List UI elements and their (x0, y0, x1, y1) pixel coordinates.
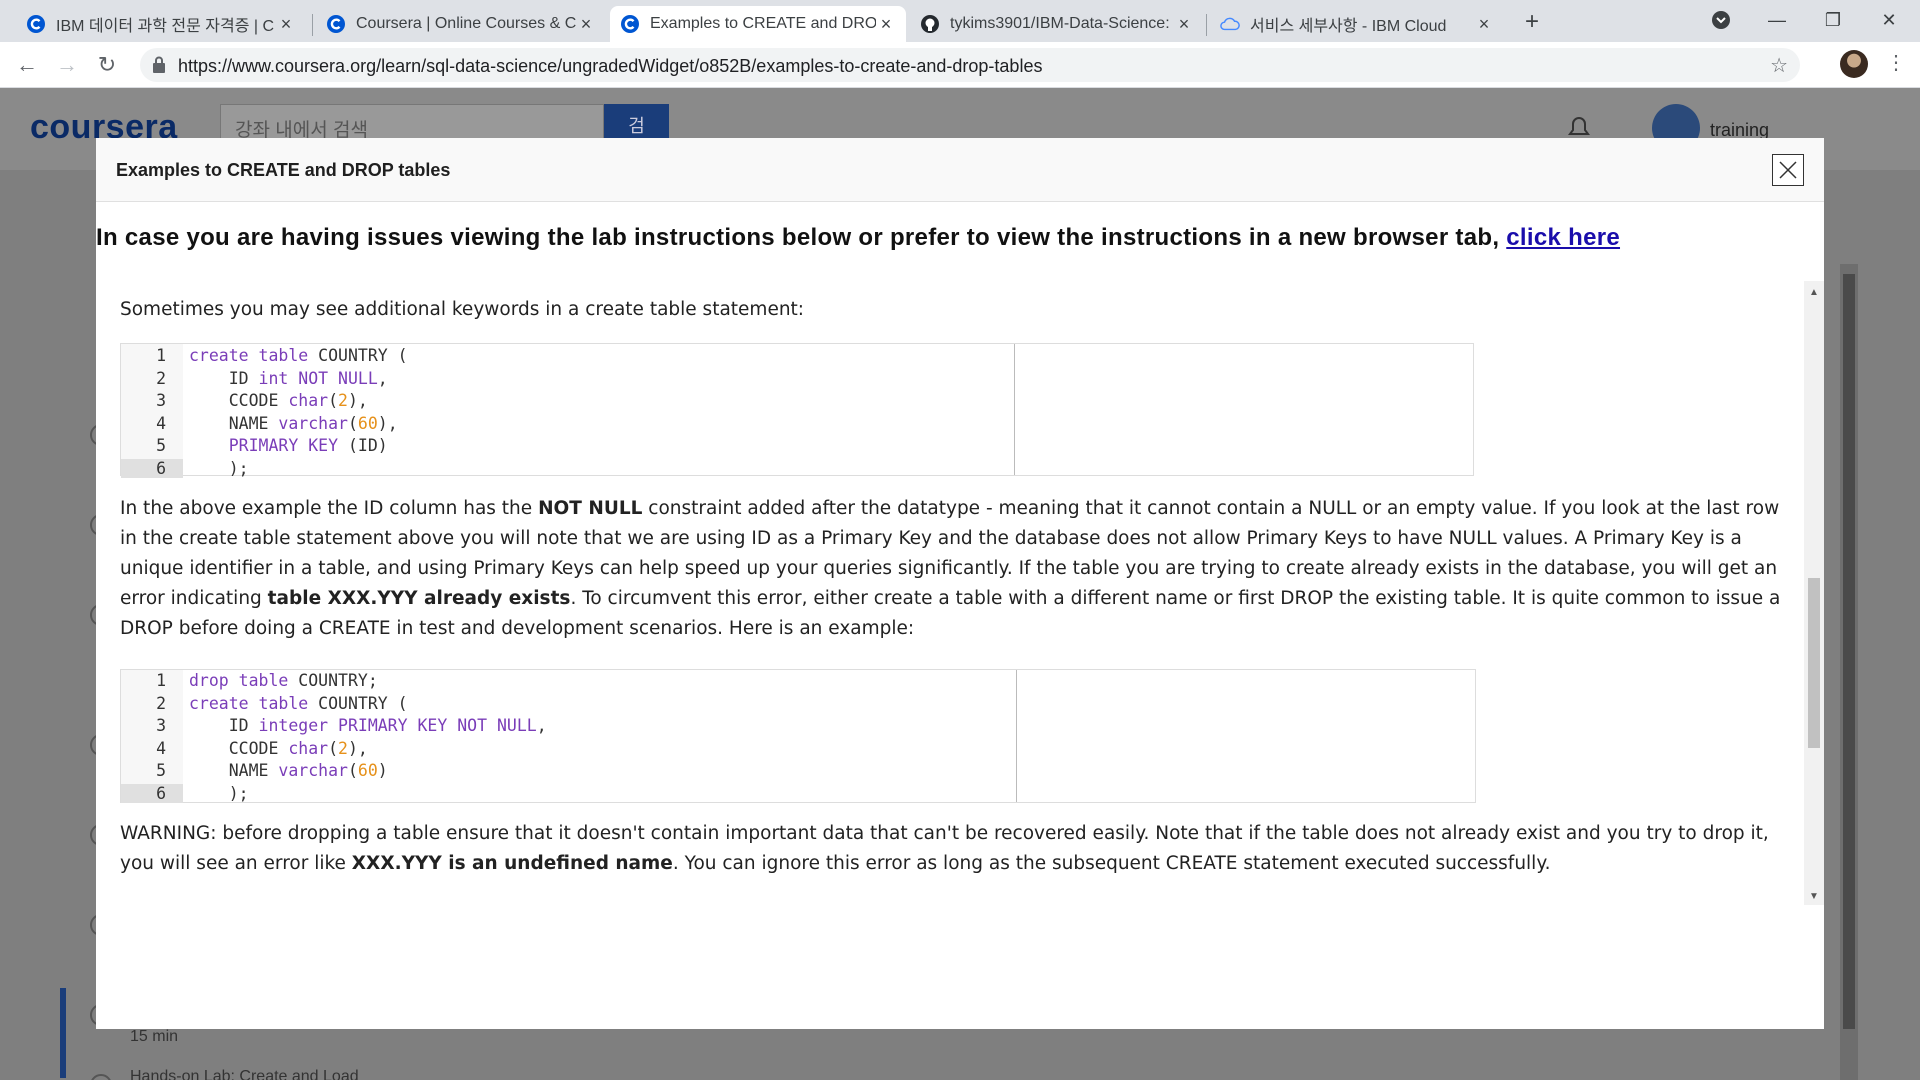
line-number: 4 (156, 738, 166, 758)
item-status-icon (90, 1074, 112, 1080)
code-line: PRIMARY KEY (ID) (228, 436, 388, 455)
active-item-indicator (60, 988, 66, 1078)
tab-title: IBM 데이터 과학 전문 자격증 | C (56, 18, 275, 35)
bold-run: XXX.YYY is an undefined name (351, 853, 673, 874)
lab-content[interactable]: Sometimes you may see additional keyword… (96, 281, 1804, 905)
address-bar[interactable]: https://www.coursera.org/learn/sql-data-… (140, 48, 1800, 82)
modal-footer-space (96, 905, 1824, 1029)
intro-paragraph: Sometimes you may see additional keyword… (120, 299, 805, 320)
code-line: drop table COUNTRY; (189, 671, 378, 690)
content-scrollbar-thumb[interactable] (1808, 578, 1820, 748)
tab-title: Coursera | Online Courses & Cr (356, 15, 576, 32)
line-number: 3 (156, 716, 166, 735)
lab-modal: Examples to CREATE and DROP tables In ca… (96, 138, 1824, 1029)
code-line: NAME varchar(60), (189, 413, 398, 433)
close-tab-icon[interactable]: × (1174, 14, 1194, 35)
line-number: 4 (156, 413, 166, 433)
bold-run: table XXX.YYY already exists (267, 588, 571, 609)
code-line: ); (189, 458, 249, 478)
modal-close-button[interactable] (1772, 154, 1804, 186)
lock-icon (153, 56, 165, 73)
code-line: ID int NOT NULL, (189, 368, 388, 388)
line-number: 2 (156, 693, 166, 713)
new-tab-button[interactable]: + (1518, 8, 1546, 36)
tab-title: 서비스 세부사항 - IBM Cloud (1250, 18, 1447, 35)
modal-header: Examples to CREATE and DROP tables (96, 138, 1824, 202)
click-here-link[interactable]: click here (1506, 224, 1620, 251)
tab-ibm-cloud[interactable]: 서비스 세부사항 - IBM Cloud × (1210, 6, 1504, 42)
line-number: 3 (156, 391, 166, 410)
forward-arrow-icon[interactable]: → (52, 50, 82, 80)
item-duration: 15 min (130, 1028, 179, 1045)
github-icon (920, 14, 940, 34)
code-line: CCODE char(2), (189, 738, 368, 758)
text-run: In the above example the ID column has t… (120, 498, 539, 519)
bold-run: NOT NULL (538, 498, 643, 519)
banner-text: In case you are having issues viewing th… (96, 224, 1507, 251)
code-line: NAME varchar(60) (189, 761, 388, 780)
tab-github[interactable]: tykims3901/IBM-Data-Science: I × (910, 6, 1204, 42)
code-line: CCODE char(2), (189, 391, 368, 410)
sidebar-item-next[interactable]: Hands-on Lab: Create and Load (130, 1068, 359, 1080)
tab-title: tykims3901/IBM-Data-Science: I (950, 15, 1174, 32)
close-tab-icon[interactable]: × (576, 14, 596, 35)
scroll-down-arrow-icon[interactable]: ▼ (1809, 891, 1819, 902)
coursera-icon (26, 14, 46, 34)
line-number: 6 (121, 783, 183, 803)
content-scrollbar[interactable]: ▲ ▼ (1804, 281, 1824, 905)
tab-title: Examples to CREATE and DROP (650, 15, 876, 32)
explanation-paragraph: In the above example the ID column has t… (120, 494, 1790, 644)
warning-paragraph: WARNING: before dropping a table ensure … (120, 819, 1790, 879)
reload-icon[interactable]: ↻ (92, 50, 122, 80)
line-number: 5 (156, 761, 166, 780)
code-block-drop-create[interactable]: 1 drop table COUNTRY; 2 create table COUNT… (120, 669, 1476, 803)
line-number: 1 (156, 671, 166, 690)
close-tab-icon[interactable]: × (876, 14, 896, 35)
line-number: 6 (121, 458, 183, 478)
browser-chrome: IBM 데이터 과학 전문 자격증 | C × Coursera | Onlin… (0, 0, 1920, 88)
tab-divider (1206, 14, 1207, 36)
coursera-icon (620, 14, 640, 34)
code-line: create table COUNTRY ( (189, 346, 408, 365)
bookmark-star-icon[interactable]: ☆ (1770, 53, 1788, 78)
text-run: . You can ignore this error as long as t… (672, 853, 1551, 874)
code-line: create table COUNTRY ( (189, 693, 408, 713)
tab-divider (312, 14, 313, 36)
cloud-icon (1220, 14, 1240, 34)
close-window-button[interactable]: ✕ (1866, 0, 1912, 40)
page-scrollbar-thumb[interactable] (1843, 274, 1855, 1029)
code-line: ID integer PRIMARY KEY NOT NULL, (189, 716, 547, 735)
code-line: ); (189, 783, 249, 803)
scroll-up-arrow-icon[interactable]: ▲ (1809, 287, 1819, 298)
close-icon (1779, 161, 1797, 179)
close-tab-icon[interactable]: × (1474, 14, 1494, 35)
back-arrow-icon[interactable]: ← (12, 50, 42, 80)
browser-toolbar: ← → ↻ https://www.coursera.org/learn/sql… (0, 42, 1920, 88)
line-number: 5 (156, 436, 166, 455)
line-number: 2 (156, 368, 166, 388)
minimize-button[interactable]: — (1754, 0, 1800, 40)
browser-menu-icon[interactable]: ⋮ (1886, 50, 1906, 75)
page-scrollbar[interactable] (1840, 264, 1858, 1080)
code-block-create[interactable]: 1 create table COUNTRY ( 2 ID int NOT NUL… (120, 343, 1474, 478)
tab-search-icon[interactable] (1698, 0, 1744, 40)
close-tab-icon[interactable]: × (276, 14, 296, 35)
instructions-banner: In case you are having issues viewing th… (96, 224, 1620, 252)
tab-examples-create-drop[interactable]: Examples to CREATE and DROP × (610, 6, 906, 42)
coursera-icon (326, 14, 346, 34)
maximize-button[interactable]: ❐ (1810, 0, 1856, 40)
modal-title: Examples to CREATE and DROP tables (116, 160, 451, 180)
line-number: 1 (156, 346, 166, 365)
tab-coursera-online[interactable]: Coursera | Online Courses & Cr × (316, 6, 606, 42)
tab-ibm-certificate[interactable]: IBM 데이터 과학 전문 자격증 | C × (16, 6, 306, 42)
profile-avatar[interactable] (1840, 50, 1868, 78)
tab-strip: IBM 데이터 과학 전문 자격증 | C × Coursera | Onlin… (0, 0, 1920, 42)
url-text: https://www.coursera.org/learn/sql-data-… (178, 56, 1043, 76)
